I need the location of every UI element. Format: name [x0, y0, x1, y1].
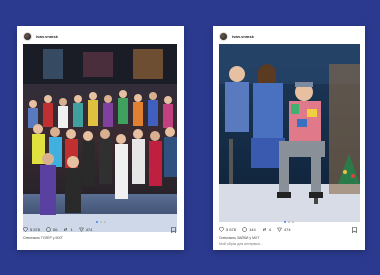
repost-button[interactable]: 1	[63, 226, 73, 232]
post-card-2: ivan.vnmsk 5 678 144 4 474 Спектакль ЗАЙ…	[213, 26, 365, 250]
post-actions: 5 678 144 4 474	[219, 225, 297, 233]
like-button[interactable]: 5 678	[219, 227, 236, 232]
post-photo[interactable]	[219, 44, 360, 222]
bookmark-icon[interactable]	[171, 227, 176, 233]
comment-count: 56	[53, 226, 58, 232]
views-indicator: 474	[78, 226, 93, 232]
post-header: ivan.vnmsk	[23, 31, 58, 41]
avatar[interactable]	[219, 31, 228, 41]
carousel-dot	[292, 221, 294, 223]
username[interactable]: ivan.vnmsk	[232, 34, 254, 39]
carousel-dot	[99, 221, 102, 223]
views-count: 474	[283, 226, 291, 232]
post-caption: Спектакль ЗАЙКИ у МХТ	[219, 236, 260, 240]
bookmark-icon[interactable]	[352, 227, 357, 233]
views-indicator: 474	[277, 227, 291, 232]
post-photo[interactable]	[23, 44, 177, 232]
heart-icon	[219, 226, 224, 232]
carousel-dot	[284, 221, 286, 223]
carousel-dot	[95, 221, 98, 223]
carousel-dot	[103, 221, 106, 223]
post-subcaption: Мой образ для интервью...	[219, 242, 263, 246]
post-card-1: ivan.vnmsk 5 578 56 1 474 Спектакль ГУЛЕ…	[17, 26, 184, 250]
username[interactable]: ivan.vnmsk	[36, 34, 58, 39]
post-header: ivan.vnmsk	[219, 31, 254, 41]
like-button[interactable]: 5 578	[23, 227, 40, 232]
views-count: 474	[85, 226, 93, 232]
comment-button[interactable]: 144	[242, 227, 256, 232]
repost-icon	[63, 227, 69, 231]
post-actions: 5 578 56 1 474	[23, 225, 98, 233]
send-icon	[277, 227, 282, 232]
repost-button[interactable]: 4	[262, 227, 271, 232]
comment-icon	[46, 226, 51, 232]
carousel-dots	[283, 221, 295, 223]
repost-count: 1	[70, 226, 73, 232]
like-count: 5 678	[226, 226, 237, 232]
comment-button[interactable]: 56	[46, 227, 57, 232]
avatar[interactable]	[23, 31, 32, 41]
repost-count: 4	[268, 226, 271, 232]
comment-count: 144	[249, 226, 256, 232]
like-count: 5 578	[30, 226, 41, 232]
carousel-dots	[95, 221, 107, 223]
comment-icon	[242, 226, 247, 232]
send-icon	[78, 227, 84, 232]
heart-icon	[23, 226, 28, 232]
repost-icon	[262, 227, 267, 231]
stage-photo-image	[23, 44, 177, 232]
studio-photo-image	[219, 44, 360, 222]
post-caption: Спектакль ГУЛЕР у МХТ	[23, 236, 63, 240]
carousel-dot	[288, 221, 290, 223]
